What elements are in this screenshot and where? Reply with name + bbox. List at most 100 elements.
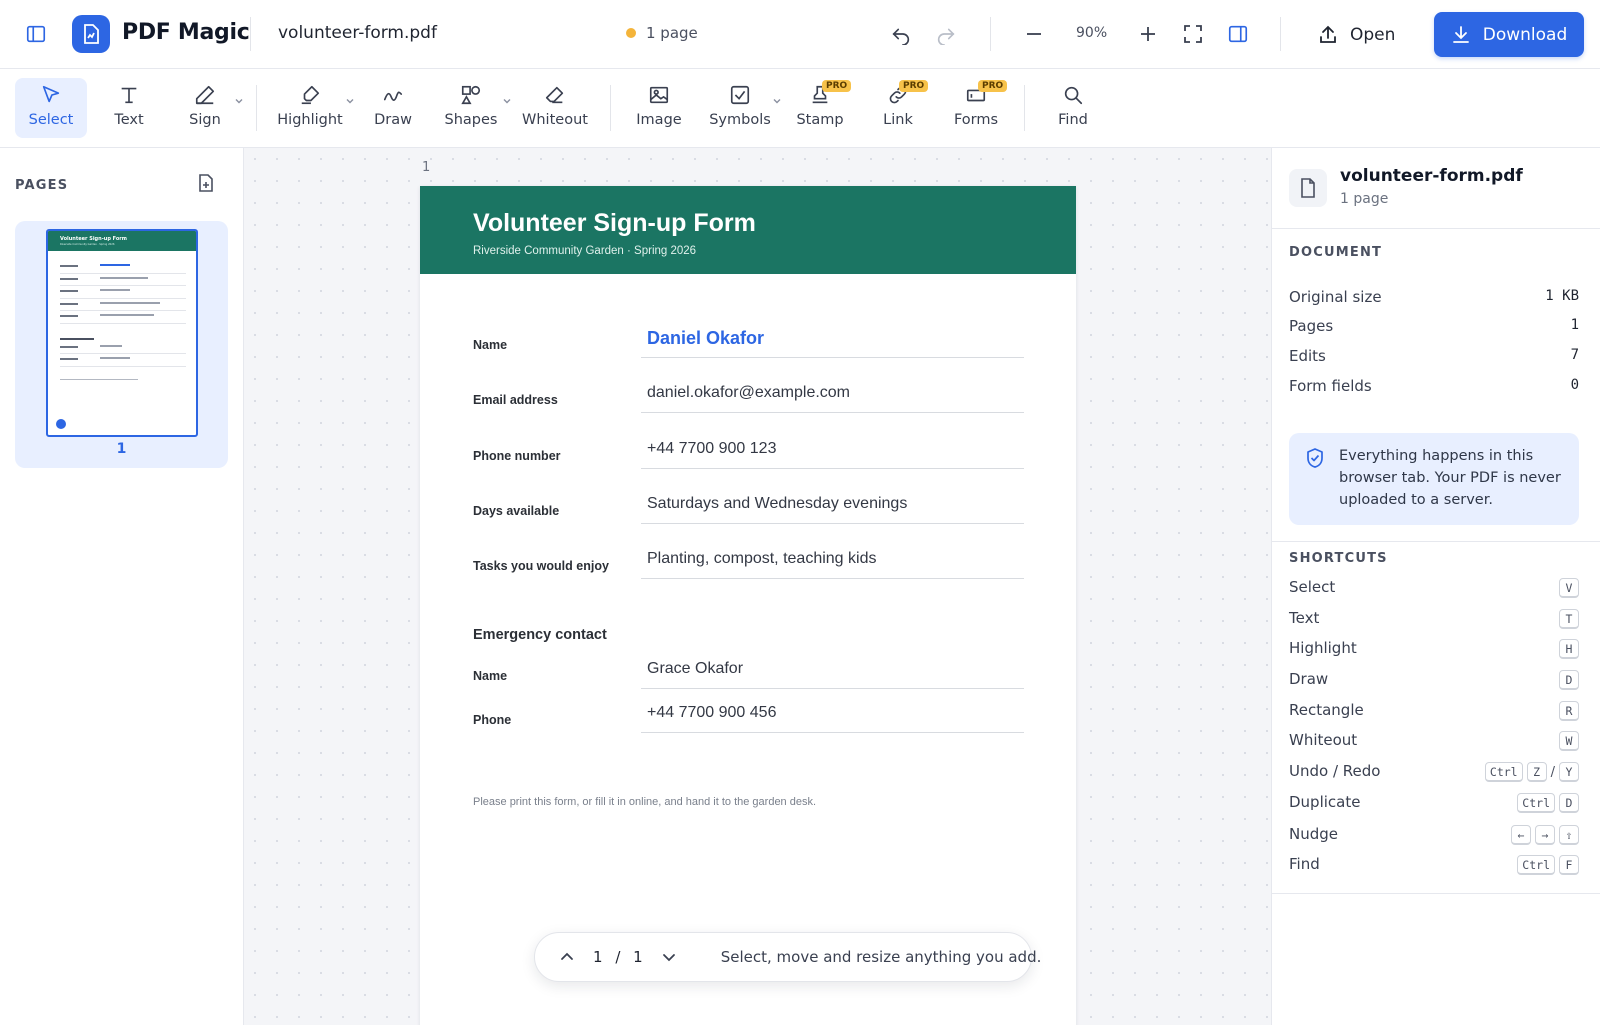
previous-page-button[interactable] — [559, 945, 575, 969]
stat-value: 7 — [1570, 347, 1579, 363]
thumbnail-preview: Volunteer Sign-up Form Riverside Communi… — [46, 229, 198, 437]
shortcut-row: Nudge ← → ⇧ — [1289, 825, 1579, 847]
field-label: Phone number — [473, 449, 561, 463]
divider — [256, 85, 257, 131]
key-cap: T — [1559, 609, 1579, 629]
tool-label: Image — [636, 112, 682, 128]
shortcut-label: Draw — [1289, 670, 1329, 688]
tool-whiteout[interactable]: Whiteout — [520, 78, 590, 138]
key-cap: H — [1559, 639, 1579, 659]
tool-link[interactable]: Link PRO — [869, 78, 929, 138]
redo-button[interactable] — [930, 18, 962, 50]
tool-image[interactable]: Image — [630, 78, 688, 138]
tool-text[interactable]: Text — [100, 78, 158, 138]
page-separator: / — [615, 948, 621, 966]
chevron-down-icon — [773, 99, 781, 104]
form-field-tasks[interactable]: Tasks you would enjoy Planting, compost,… — [473, 539, 1024, 579]
thumbnail-page-number: 1 — [116, 441, 127, 457]
field-value[interactable]: Daniel Okafor — [641, 326, 1024, 358]
tool-highlight[interactable]: Highlight — [275, 78, 354, 138]
zoom-out-button[interactable] — [1018, 18, 1050, 50]
tool-stamp[interactable]: Stamp PRO — [790, 78, 852, 138]
thumbnail-row — [60, 334, 186, 342]
shortcut-label: Duplicate — [1289, 793, 1361, 811]
shortcut-label: Whiteout — [1289, 731, 1358, 749]
app-name: PDF Magic — [122, 20, 250, 45]
redo-icon — [937, 28, 955, 45]
tool-draw[interactable]: Draw — [364, 78, 422, 138]
shortcut-row: Text T — [1289, 609, 1579, 631]
app-logo — [72, 15, 110, 53]
key-cap: R — [1559, 701, 1579, 721]
divider — [1272, 893, 1600, 894]
add-page-button[interactable] — [196, 173, 216, 193]
toggle-info-panel-button[interactable] — [1222, 18, 1254, 50]
thumbnail-row — [60, 286, 186, 299]
tool-label: Sign — [189, 112, 221, 128]
stat-label: Pages — [1289, 317, 1334, 335]
file-icon-box — [1289, 169, 1327, 207]
thumbnail-row — [60, 354, 186, 367]
chevron-up-icon — [561, 952, 573, 960]
form-footnote: Please print this form, or fill it in on… — [473, 796, 817, 808]
field-value[interactable]: Grace Okafor — [641, 657, 1024, 689]
form-field-emergency-name[interactable]: Name Grace Okafor — [473, 649, 1024, 689]
shortcut-row: Undo / Redo Ctrl Z / Y — [1289, 762, 1579, 784]
panel-right-icon — [1228, 25, 1248, 43]
page-thumbnail[interactable]: Volunteer Sign-up Form Riverside Communi… — [15, 221, 228, 468]
page-count: 1 page — [626, 24, 698, 42]
open-button[interactable]: Open — [1318, 18, 1395, 52]
key-cap: Y — [1559, 762, 1579, 782]
zoom-level[interactable]: 90% — [1076, 25, 1107, 41]
next-page-button[interactable] — [661, 945, 677, 969]
shortcut-row: Whiteout W — [1289, 731, 1579, 753]
stat-value: 0 — [1570, 377, 1579, 393]
form-field-email[interactable]: Email address daniel.okafor@example.com — [473, 373, 1024, 413]
current-page-dot — [56, 419, 66, 429]
shortcut-row: Select V — [1289, 578, 1579, 600]
thumbnail-rows — [60, 261, 186, 387]
sidebar-toggle-button[interactable] — [20, 18, 52, 50]
tool-forms[interactable]: Forms PRO — [946, 78, 1008, 138]
stat-pages: Pages 1 — [1289, 317, 1579, 337]
current-page: 1 — [593, 948, 603, 966]
tool-shapes[interactable]: Shapes — [440, 78, 511, 138]
field-value[interactable]: +44 7700 900 456 — [641, 701, 1024, 733]
zoom-in-button[interactable] — [1132, 18, 1164, 50]
field-value[interactable]: Saturdays and Wednesday evenings — [641, 492, 1024, 524]
field-label: Name — [473, 338, 508, 352]
form-field-phone[interactable]: Phone number +44 7700 900 123 — [473, 429, 1024, 469]
tool-find[interactable]: Find — [1045, 78, 1101, 138]
undo-button[interactable] — [885, 18, 917, 50]
tool-select[interactable]: Select — [15, 78, 87, 138]
key-cap: Ctrl — [1517, 793, 1555, 813]
fit-page-button[interactable] — [1177, 18, 1209, 50]
field-value[interactable]: Planting, compost, teaching kids — [641, 547, 1024, 579]
text-icon — [121, 87, 137, 104]
shortcut-label: Find — [1289, 855, 1320, 873]
pages-panel: PAGES Volunteer Sign-up Form Riverside C… — [0, 148, 244, 1025]
chevron-down-icon — [662, 954, 675, 962]
document-filename[interactable]: volunteer-form.pdf — [278, 23, 437, 43]
shortcut-row: Duplicate Ctrl D — [1289, 793, 1579, 815]
unsaved-dot — [626, 28, 636, 38]
key-cap: D — [1559, 793, 1579, 813]
form-title: Volunteer Sign-up Form — [473, 209, 756, 237]
form-field-days[interactable]: Days available Saturdays and Wednesday e… — [473, 484, 1024, 524]
tool-sign[interactable]: Sign — [176, 78, 243, 138]
document-canvas[interactable]: 1 Volunteer Sign-up Form Riverside Commu… — [244, 148, 1271, 1025]
tool-label: Stamp — [796, 112, 844, 128]
thumbnail-row — [60, 274, 186, 286]
pro-badge: PRO — [978, 80, 1008, 92]
shortcut-label: Select — [1289, 578, 1336, 596]
tool-symbols[interactable]: Symbols — [708, 78, 781, 138]
form-field-name[interactable]: Name Daniel Okafor — [473, 318, 1024, 358]
field-value[interactable]: daniel.okafor@example.com — [641, 381, 1024, 413]
download-button[interactable]: Download — [1434, 12, 1584, 57]
form-field-emergency-phone[interactable]: Phone +44 7700 900 456 — [473, 693, 1024, 733]
pdf-page[interactable]: Volunteer Sign-up Form Riverside Communi… — [420, 186, 1076, 1025]
emergency-contact-heading: Emergency contact — [473, 627, 607, 643]
field-value[interactable]: +44 7700 900 123 — [641, 437, 1024, 469]
thumbnail-title: Volunteer Sign-up Form — [60, 236, 127, 242]
squiggle-icon — [383, 91, 403, 101]
